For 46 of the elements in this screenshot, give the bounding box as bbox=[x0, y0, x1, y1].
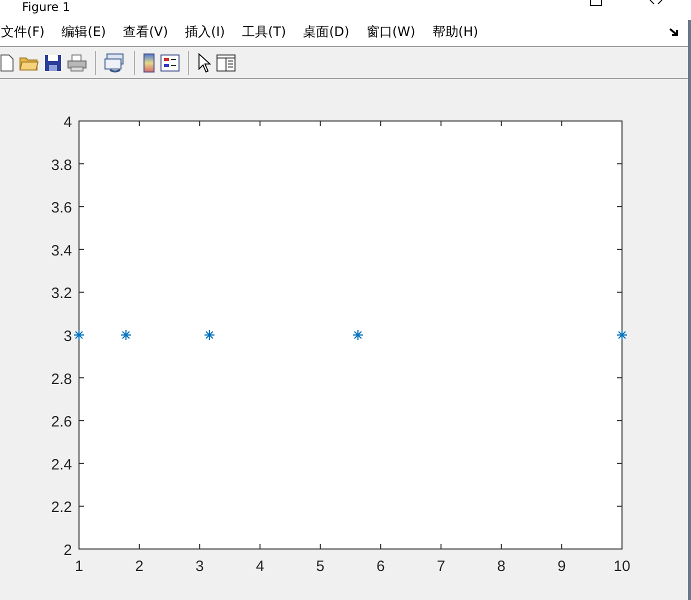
x-tick-label: 8 bbox=[497, 558, 506, 575]
legend-icon[interactable] bbox=[160, 54, 180, 72]
menu-item[interactable]: 窗口(W) bbox=[366, 23, 416, 41]
y-tick-label: 3 bbox=[64, 328, 72, 345]
x-tick-label: 5 bbox=[316, 558, 324, 575]
x-tick-label: 10 bbox=[614, 558, 630, 575]
dock-arrow-icon[interactable] bbox=[669, 28, 679, 36]
data-point bbox=[204, 329, 216, 341]
close-icon[interactable] bbox=[649, 0, 663, 5]
maximize-icon[interactable] bbox=[590, 0, 602, 6]
colorbar-icon[interactable] bbox=[143, 52, 155, 72]
y-tick-label: 2.4 bbox=[51, 456, 72, 474]
data-point bbox=[73, 329, 85, 341]
save-icon[interactable] bbox=[44, 54, 62, 72]
data-point bbox=[352, 329, 364, 341]
y-tick-label: 3.2 bbox=[51, 285, 72, 302]
x-tick-label: 7 bbox=[436, 558, 446, 575]
window-title: Figure 1 bbox=[22, 0, 70, 14]
y-tick-label: 4 bbox=[64, 114, 72, 131]
x-tick-label: 4 bbox=[256, 558, 264, 575]
menu-item[interactable]: 编辑(E) bbox=[62, 23, 106, 41]
x-tick-label: 9 bbox=[558, 558, 566, 575]
y-tick-label: 3.8 bbox=[51, 156, 72, 174]
y-tick-label: 2 bbox=[64, 542, 72, 559]
menu-item[interactable]: 插入(I) bbox=[185, 23, 226, 41]
new-file-icon[interactable] bbox=[0, 54, 14, 72]
menu-item[interactable]: 工具(T) bbox=[242, 23, 286, 41]
linked-windows-icon[interactable] bbox=[104, 52, 126, 72]
y-tick-label: 2.8 bbox=[51, 370, 72, 388]
y-tick-label: 2.6 bbox=[51, 414, 72, 431]
pointer-icon[interactable] bbox=[197, 52, 211, 72]
menu-item[interactable]: 桌面(D) bbox=[303, 23, 350, 41]
printer-icon[interactable] bbox=[67, 54, 87, 72]
y-tick-label: 3.6 bbox=[51, 200, 72, 217]
y-tick-label: 3.4 bbox=[51, 242, 72, 260]
x-tick-label: 2 bbox=[135, 558, 144, 575]
x-tick-label: 6 bbox=[376, 558, 385, 575]
property-panel-icon[interactable] bbox=[216, 54, 236, 72]
x-tick-label: 1 bbox=[74, 558, 84, 575]
x-tick-label: 3 bbox=[196, 558, 204, 575]
menu-item[interactable]: 查看(V) bbox=[122, 23, 168, 41]
menu-item[interactable]: 帮助(H) bbox=[432, 23, 478, 41]
data-point bbox=[616, 329, 628, 341]
menu-item[interactable]: 文件(F) bbox=[1, 23, 45, 41]
y-tick-label: 2.2 bbox=[51, 499, 72, 516]
data-point bbox=[120, 329, 132, 341]
